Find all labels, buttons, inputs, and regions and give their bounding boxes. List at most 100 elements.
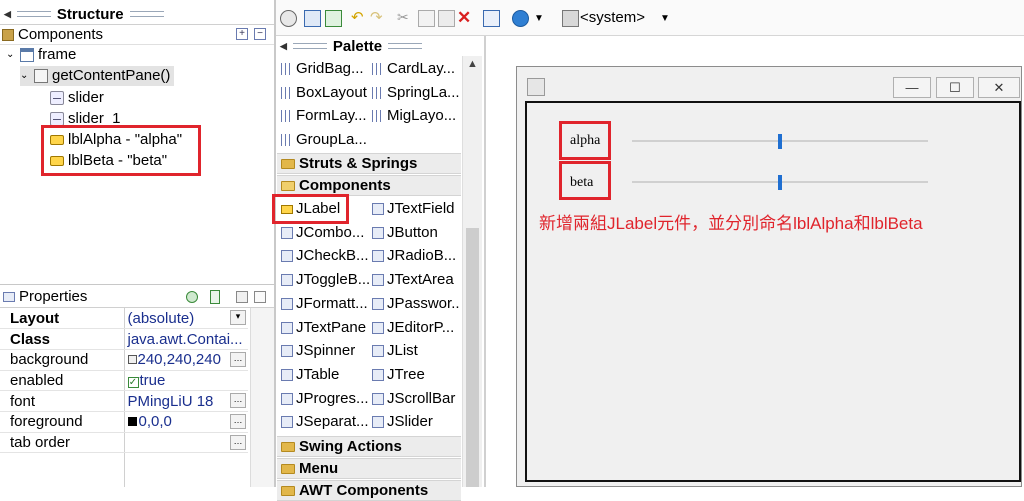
palette-item-jpasswor[interactable]: JPasswor... bbox=[372, 293, 460, 315]
drag-grip-icon[interactable] bbox=[388, 43, 423, 49]
tab-order-icon[interactable] bbox=[483, 10, 500, 27]
ellipsis-icon[interactable]: … bbox=[230, 434, 246, 450]
palette-item-jcheckb[interactable]: JCheckB... bbox=[281, 245, 369, 267]
copy-icon[interactable] bbox=[418, 10, 435, 27]
palette-item-miglayo[interactable]: MigLayo... bbox=[372, 105, 460, 127]
scroll-up-icon[interactable]: ▲ bbox=[467, 58, 478, 70]
property-value[interactable]: 0,0,0 … bbox=[124, 411, 248, 433]
palette-item-jslider[interactable]: JSlider bbox=[372, 411, 460, 433]
checkbox-checked-icon[interactable]: ✓ bbox=[127, 376, 139, 388]
palette-scrollbar[interactable]: ▲ bbox=[462, 56, 482, 487]
palette-category-menu[interactable]: Menu bbox=[277, 458, 461, 479]
undo-icon[interactable]: ↶ bbox=[351, 10, 368, 27]
palette-item-jbutton[interactable]: JButton bbox=[372, 222, 460, 244]
expand-all-icon[interactable]: + bbox=[236, 28, 248, 40]
palette-category-swing-actions[interactable]: Swing Actions bbox=[277, 436, 461, 457]
property-value[interactable]: … bbox=[124, 432, 248, 454]
palette-item-jtextfield[interactable]: JTextField bbox=[372, 198, 460, 220]
palette-item-jscrollbar[interactable]: JScrollBar bbox=[372, 388, 460, 410]
property-row-class[interactable]: Class java.awt.Contai... bbox=[0, 328, 248, 350]
ellipsis-icon[interactable]: … bbox=[230, 413, 246, 429]
palette-category-components[interactable]: Components bbox=[277, 175, 461, 196]
palette-item-jeditorp[interactable]: JEditorP... bbox=[372, 317, 460, 339]
scrollbar-thumb[interactable] bbox=[466, 228, 479, 487]
property-row-layout[interactable]: Layout (absolute) ▾ bbox=[0, 308, 248, 330]
look-and-feel-icon[interactable] bbox=[562, 10, 579, 27]
property-value[interactable]: (absolute) ▾ bbox=[124, 308, 248, 330]
palette-item-jspinner[interactable]: JSpinner bbox=[281, 340, 369, 362]
property-row-background[interactable]: background 240,240,240… bbox=[0, 349, 248, 371]
frame-preview-icon[interactable] bbox=[304, 10, 321, 27]
palette-item-jradiob[interactable]: JRadioB... bbox=[372, 245, 460, 267]
palette-item-jtree[interactable]: JTree bbox=[372, 364, 460, 386]
palette-item-gridbag[interactable]: GridBag... bbox=[281, 58, 369, 80]
palette-item-jprogres[interactable]: JProgres... bbox=[281, 388, 369, 410]
palette-item-jseparat[interactable]: JSeparat... bbox=[281, 411, 369, 433]
close-button[interactable]: ✕ bbox=[978, 77, 1020, 98]
drag-grip-icon[interactable] bbox=[292, 43, 327, 49]
properties-scrollbar[interactable] bbox=[250, 308, 274, 487]
palette-item-springla[interactable]: SpringLa... bbox=[372, 82, 460, 104]
palette-category-awt[interactable]: AWT Components bbox=[277, 480, 461, 501]
sort-properties-icon[interactable] bbox=[236, 291, 248, 303]
goto-definition-icon[interactable] bbox=[210, 290, 220, 304]
property-row-tab-order[interactable]: tab order … bbox=[0, 432, 248, 454]
menu-icon[interactable] bbox=[254, 291, 266, 303]
chevron-down-icon[interactable]: ▼ bbox=[534, 10, 551, 27]
components-header: Components + − bbox=[0, 25, 274, 45]
property-value[interactable]: java.awt.Contai... bbox=[124, 328, 248, 350]
palette-item-jtextarea[interactable]: JTextArea bbox=[372, 269, 460, 291]
property-row-foreground[interactable]: foreground 0,0,0… bbox=[0, 411, 248, 433]
property-value-text: 0,0,0 bbox=[138, 413, 172, 431]
component-icon bbox=[281, 321, 293, 334]
paste-icon[interactable] bbox=[438, 10, 455, 27]
slider-beta-thumb[interactable] bbox=[778, 175, 782, 190]
palette-item-label: FormLay... bbox=[296, 107, 367, 125]
test-gui-icon[interactable] bbox=[280, 10, 297, 27]
redo-icon[interactable]: ↷ bbox=[370, 10, 387, 27]
palette-item-jtoggleb[interactable]: JToggleB... bbox=[281, 269, 369, 291]
refresh-icon[interactable] bbox=[325, 10, 342, 27]
palette-item-jcombo[interactable]: JCombo... bbox=[281, 222, 369, 244]
locale-globe-icon[interactable] bbox=[512, 10, 529, 27]
show-events-icon[interactable] bbox=[186, 291, 198, 303]
property-row-enabled[interactable]: enabled ✓ true bbox=[0, 370, 248, 392]
palette-title: Palette bbox=[332, 37, 383, 55]
dropdown-icon[interactable]: ▾ bbox=[230, 310, 246, 325]
chevron-down-icon[interactable]: ⌄ bbox=[6, 45, 16, 65]
tree-item-frame[interactable]: ⌄ frame bbox=[6, 45, 76, 65]
look-and-feel-select[interactable]: <system> bbox=[580, 9, 645, 26]
delete-icon[interactable]: ✕ bbox=[457, 9, 474, 27]
palette-category-struts-springs[interactable]: Struts & Springs bbox=[277, 153, 461, 174]
collapse-icon[interactable]: ◀ bbox=[4, 9, 11, 20]
chevron-down-icon[interactable]: ⌄ bbox=[20, 66, 30, 86]
drag-grip-icon[interactable] bbox=[129, 11, 164, 17]
palette-item-groupla[interactable]: GroupLa... bbox=[281, 129, 369, 151]
ellipsis-icon[interactable]: … bbox=[230, 393, 246, 409]
palette-item-jformatt[interactable]: JFormatt... bbox=[281, 293, 369, 315]
cut-icon[interactable]: ✂ bbox=[397, 10, 414, 27]
chevron-down-icon[interactable]: ▼ bbox=[660, 10, 677, 27]
palette-item-formlay[interactable]: FormLay... bbox=[281, 105, 369, 127]
collapse-icon[interactable]: ◀ bbox=[280, 41, 287, 52]
property-value[interactable]: PMingLiU 18… bbox=[124, 390, 248, 412]
property-value[interactable]: ✓ true bbox=[124, 370, 248, 392]
palette-item-boxlayout[interactable]: BoxLayout bbox=[281, 82, 369, 104]
drag-grip-icon[interactable] bbox=[16, 11, 51, 17]
tree-item-slider[interactable]: slider bbox=[50, 88, 104, 108]
properties-icon bbox=[3, 291, 15, 302]
property-row-font[interactable]: font PMingLiU 18… bbox=[0, 390, 248, 412]
palette-titlebar: ◀ Palette bbox=[280, 36, 423, 56]
property-value[interactable]: 240,240,240… bbox=[124, 349, 248, 371]
palette-item-jtable[interactable]: JTable bbox=[281, 364, 369, 386]
collapse-all-icon[interactable]: − bbox=[254, 28, 266, 40]
tree-item-content-pane[interactable]: ⌄ getContentPane() bbox=[20, 66, 175, 86]
palette-item-jlist[interactable]: JList bbox=[372, 340, 460, 362]
ellipsis-icon[interactable]: … bbox=[230, 351, 246, 367]
maximize-button[interactable]: ☐ bbox=[936, 77, 974, 98]
splitter[interactable] bbox=[274, 0, 276, 487]
slider-alpha-thumb[interactable] bbox=[778, 134, 782, 149]
palette-item-cardlay[interactable]: CardLay... bbox=[372, 58, 460, 80]
minimize-button[interactable]: — bbox=[893, 77, 931, 98]
palette-item-jtextpane[interactable]: JTextPane bbox=[281, 317, 369, 339]
